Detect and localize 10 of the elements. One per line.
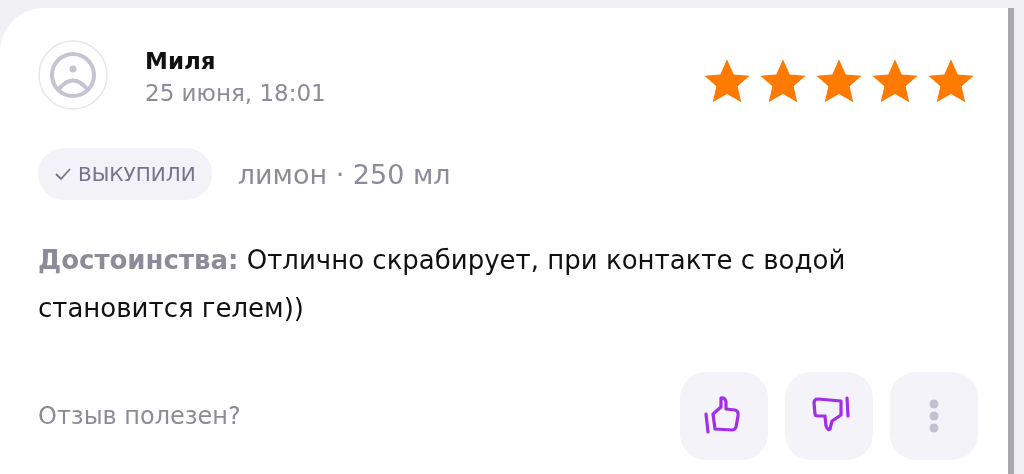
avatar-icon bbox=[38, 40, 108, 110]
badge-label: ВЫКУПИЛИ bbox=[78, 162, 196, 186]
like-button[interactable] bbox=[680, 372, 768, 460]
dislike-button[interactable] bbox=[785, 372, 873, 460]
review-text: Достоинства: Отлично скрабирует, при контакте с водой становится гелем)) bbox=[38, 244, 847, 325]
review-date: 25 июня, 18:01 bbox=[145, 80, 326, 106]
product-variant: лимон · 250 мл bbox=[237, 158, 451, 190]
author-name: Миля bbox=[145, 48, 217, 74]
helpful-question: Отзыв полезен? bbox=[38, 402, 241, 430]
more-icon bbox=[929, 399, 939, 433]
